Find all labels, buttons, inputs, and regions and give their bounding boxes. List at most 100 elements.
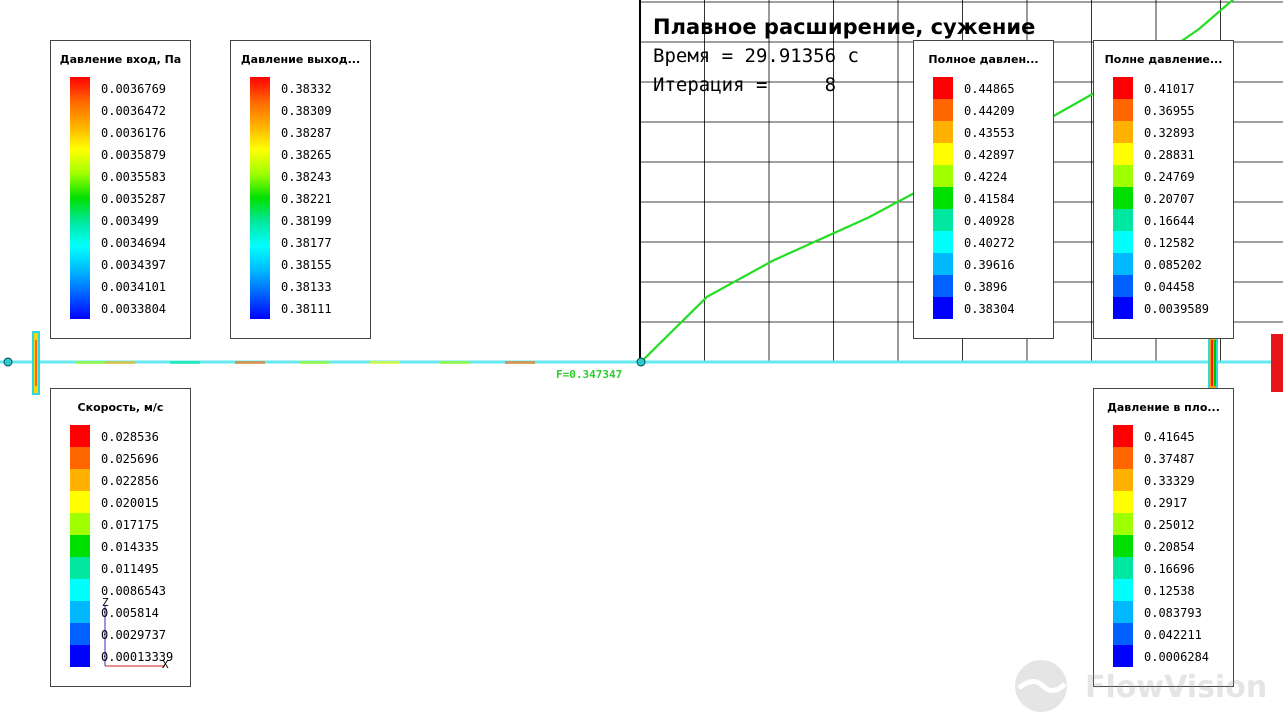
legend-value: 0.38155 (281, 258, 332, 272)
legend-value: 0.005814 (101, 606, 159, 620)
legend-swatch (933, 275, 953, 297)
legend-swatch (70, 557, 90, 579)
legend-value: 0.020015 (101, 496, 159, 510)
legend-title: Давление вход, Па (59, 53, 182, 66)
flowvision-watermark: FlowVision (1013, 658, 1267, 714)
legend-velocity[interactable]: Скорость, м/с 0.028536 0.025696 0.022856 0.… (50, 388, 191, 687)
legend-swatch (70, 535, 90, 557)
graph-title: Плавное расширение, сужение (653, 15, 1036, 39)
legend-value: 0.028536 (101, 430, 159, 444)
legend-swatch (933, 253, 953, 275)
legend-value: 0.0034397 (101, 258, 167, 272)
legend-value: 0.39616 (964, 258, 1015, 272)
end-plane-marker[interactable] (1271, 334, 1283, 392)
pipe-flow-mark (75, 361, 105, 364)
legend-swatch (70, 513, 90, 535)
legend-value: 0.0086543 (101, 584, 167, 598)
legend-value: 0.0034101 (101, 280, 167, 294)
legend-value: 0.003499 (101, 214, 159, 228)
legend-color-bar (70, 77, 90, 319)
legend-swatch (1113, 623, 1133, 645)
flowvision-logo-icon (1015, 660, 1067, 712)
legend-swatch (70, 425, 90, 447)
legend-swatch (1113, 447, 1133, 469)
legend-value: 0.0029737 (101, 628, 167, 642)
start-node[interactable] (3, 357, 13, 367)
pipe-flow-mark (300, 361, 330, 364)
pipe-flow-mark (505, 361, 535, 364)
legend-title: Давление в пло... (1107, 401, 1220, 414)
legend-value: 0.37487 (1144, 452, 1195, 466)
legend-swatch (933, 77, 953, 99)
legend-value: 0.44865 (964, 82, 1015, 96)
legend-value: 0.0036769 (101, 82, 167, 96)
legend-value: 0.24769 (1144, 170, 1195, 184)
pipe-flow-mark (235, 361, 265, 364)
legend-swatch (933, 143, 953, 165)
inlet-boundary-core (35, 340, 37, 386)
legend-outlet-pressure[interactable]: Давление выход... 0.38332 0.38309 0.38287 0… (230, 40, 371, 339)
pipe-flow-mark (370, 361, 400, 364)
legend-swatch (1113, 513, 1133, 535)
legend-value: 0.3896 (964, 280, 1008, 294)
legend-swatch (70, 447, 90, 469)
legend-value: 0.0036472 (101, 104, 167, 118)
legend-value: 0.32893 (1144, 126, 1195, 140)
legend-value: 0.38221 (281, 192, 332, 206)
legend-value: 0.20707 (1144, 192, 1195, 206)
legend-value: 0.42897 (964, 148, 1015, 162)
legend-value: 0.04458 (1144, 280, 1195, 294)
legend-swatch (70, 645, 90, 667)
legend-value: 0.38304 (964, 302, 1015, 316)
legend-swatch (1113, 165, 1133, 187)
legend-swatch (70, 623, 90, 645)
legend-inlet-pressure[interactable]: Давление вход, Па 0.0036769 0.0036472 0.00… (50, 40, 191, 339)
legend-value: 0.25012 (1144, 518, 1195, 532)
legend-swatch (1113, 209, 1133, 231)
legend-value: 0.33329 (1144, 474, 1195, 488)
legend-value: 0.2917 (1144, 496, 1188, 510)
legend-swatch (70, 601, 90, 623)
legend-value: 0.042211 (1144, 628, 1202, 642)
legend-value: 0.00013339 (101, 650, 174, 664)
legend-swatch (933, 165, 953, 187)
pipe-flow-mark (170, 361, 200, 364)
legend-swatch (70, 579, 90, 601)
legend-value: 0.0034694 (101, 236, 167, 250)
graph-origin-node[interactable] (636, 357, 646, 367)
legend-title: Полное давлен... (928, 53, 1039, 66)
legend-value: 0.4224 (964, 170, 1008, 184)
legend-swatch (1113, 143, 1133, 165)
legend-swatch (1113, 297, 1133, 319)
legend-value: 0.38111 (281, 302, 332, 316)
outlet-boundary-core-green (1214, 340, 1216, 386)
legend-value: 0.12582 (1144, 236, 1195, 250)
legend-plane-pressure[interactable]: Давление в пло... 0.41645 0.37487 0.33329 0… (1093, 388, 1234, 687)
legend-value: 0.40928 (964, 214, 1015, 228)
legend-value: 0.38243 (281, 170, 332, 184)
legend-swatch (933, 187, 953, 209)
legend-swatch (933, 121, 953, 143)
legend-value: 0.085202 (1144, 258, 1202, 272)
scene-canvas[interactable] (0, 0, 1283, 726)
legend-value: 0.36955 (1144, 104, 1195, 118)
legend-value: 0.43553 (964, 126, 1015, 140)
legend-value: 0.0035583 (101, 170, 167, 184)
legend-value: 0.41645 (1144, 430, 1195, 444)
time-readout: Время = 29.91356 с (653, 45, 859, 67)
iteration-readout: Итерация = 8 (653, 74, 837, 96)
legend-swatch (1113, 121, 1133, 143)
legend-total-pressure-2[interactable]: Полне давление... 0.41017 0.36955 0.32893 0… (1093, 40, 1234, 339)
legend-value: 0.20854 (1144, 540, 1195, 554)
legend-swatch (1113, 425, 1133, 447)
legend-value: 0.083793 (1144, 606, 1202, 620)
legend-value: 0.40272 (964, 236, 1015, 250)
legend-swatch (933, 297, 953, 319)
legend-title: Скорость, м/с (77, 401, 164, 414)
legend-value: 0.022856 (101, 474, 159, 488)
legend-total-pressure-1[interactable]: Полное давлен... 0.44865 0.44209 0.43553 0.… (913, 40, 1054, 339)
legend-value: 0.16644 (1144, 214, 1195, 228)
legend-value: 0.38309 (281, 104, 332, 118)
legend-swatch (1113, 187, 1133, 209)
outlet-boundary-core-red (1211, 340, 1213, 386)
